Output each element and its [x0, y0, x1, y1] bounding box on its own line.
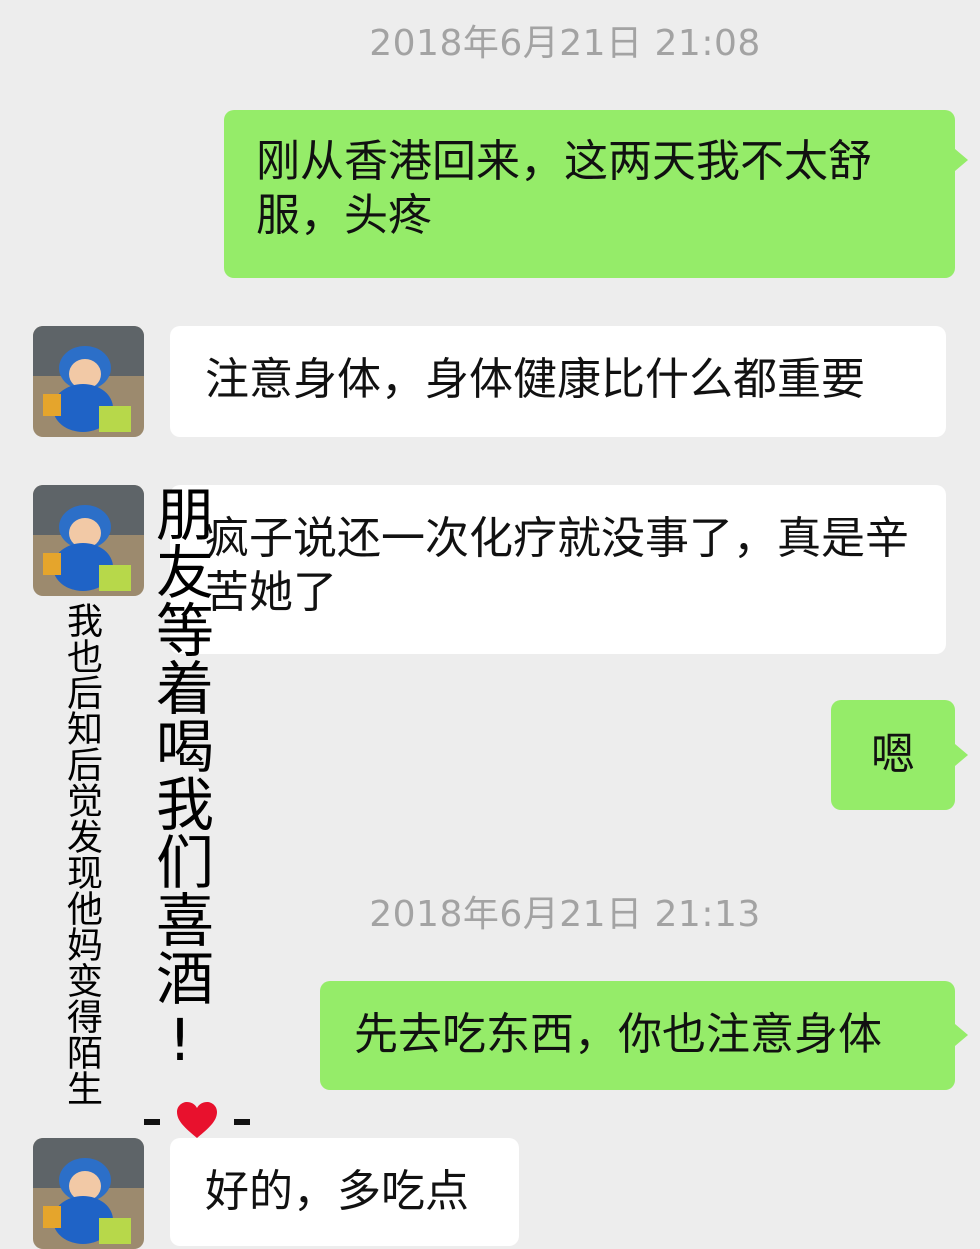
avatar-photo-icon [33, 485, 144, 596]
avatar[interactable] [33, 1138, 144, 1249]
avatar[interactable] [33, 485, 144, 596]
decoration-dash [144, 1119, 160, 1125]
message-text: 好的，多吃点 [205, 1166, 469, 1217]
timestamp: 2018年6月21日 21:08 [369, 23, 761, 64]
heart-icon [177, 1102, 217, 1138]
bubble-tail [955, 149, 968, 171]
bubble-tail [955, 744, 968, 766]
avatar-photo-icon [33, 326, 144, 437]
message-text: 注意身体，身体健康比什么都重要 [205, 354, 865, 405]
message-text: 疯子说还一次化疗就没事了，真是辛苦她了 [205, 513, 909, 618]
overlay-caption-right: 朋友等着喝我们喜酒! [146, 484, 214, 1074]
message-text: 刚从香港回来，这两天我不太舒服，头疼 [256, 136, 872, 241]
message-bubble-outgoing[interactable]: 先去吃东西，你也注意身体 [320, 981, 955, 1090]
message-bubble-incoming[interactable]: 好的，多吃点 [170, 1138, 519, 1246]
overlay-caption-left: 我也后知后觉发现他妈变得陌生 [61, 602, 102, 1106]
message-text: 嗯 [871, 729, 915, 780]
avatar-photo-icon [33, 1138, 144, 1249]
bubble-tail [955, 1024, 968, 1046]
message-bubble-incoming[interactable]: 疯子说还一次化疗就没事了，真是辛苦她了 [170, 485, 946, 654]
decoration-dash [234, 1119, 250, 1125]
message-bubble-outgoing[interactable]: 刚从香港回来，这两天我不太舒服，头疼 [224, 110, 955, 278]
avatar[interactable] [33, 326, 144, 437]
message-bubble-outgoing[interactable]: 嗯 [831, 700, 955, 810]
message-bubble-incoming[interactable]: 注意身体，身体健康比什么都重要 [170, 326, 946, 437]
message-text: 先去吃东西，你也注意身体 [354, 1009, 882, 1060]
